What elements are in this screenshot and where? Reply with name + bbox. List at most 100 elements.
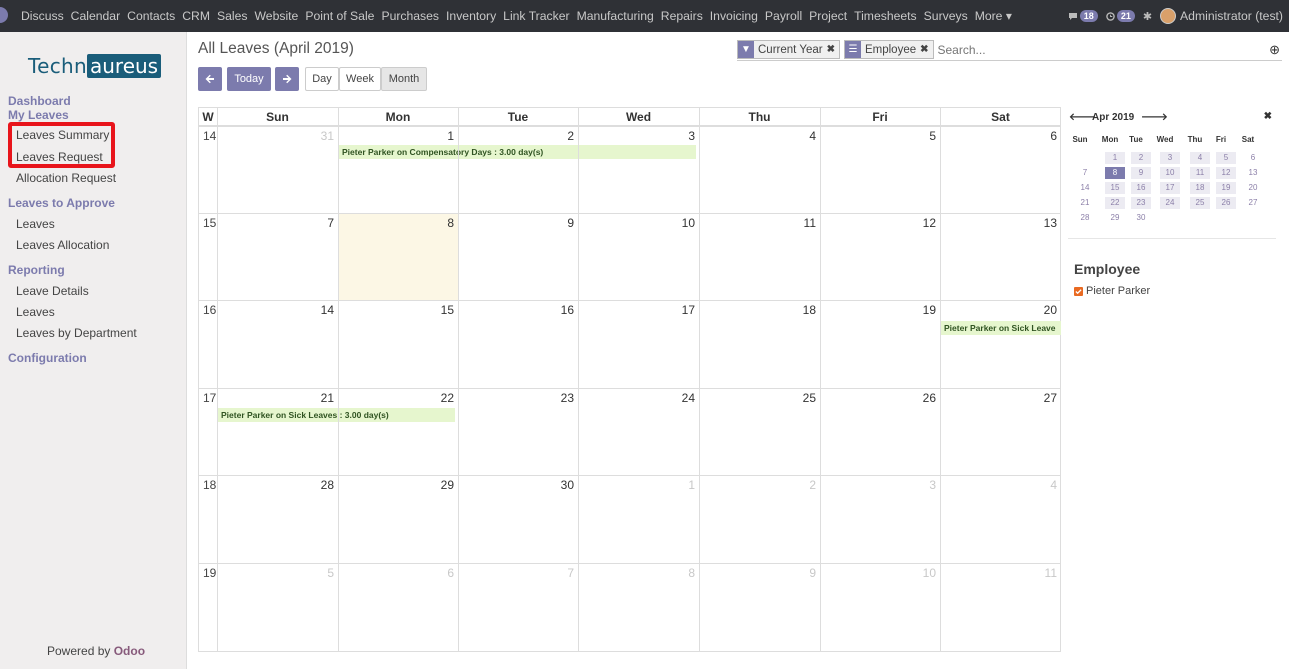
sidebar-item-leaves[interactable]: Leaves	[16, 217, 55, 231]
mini-day[interactable]: 27	[1243, 197, 1263, 209]
mini-day[interactable]: 30	[1131, 212, 1151, 224]
search-zoom-icon[interactable]: ⊕	[1269, 42, 1280, 58]
day-number[interactable]: 1	[583, 478, 695, 492]
mini-day[interactable]: 20	[1243, 182, 1263, 194]
day-number[interactable]: 26	[824, 391, 936, 405]
day-number[interactable]: 20	[945, 303, 1057, 317]
day-number[interactable]: 5	[222, 566, 334, 580]
mini-day[interactable]: 13	[1243, 167, 1263, 179]
day-number[interactable]: 16	[462, 303, 574, 317]
day-number[interactable]: 8	[342, 216, 454, 230]
facet-current-year[interactable]: ▼ Current Year ✖	[737, 40, 840, 59]
day-number[interactable]: 18	[704, 303, 816, 317]
mini-day[interactable]: 28	[1075, 212, 1095, 224]
mini-day[interactable]: 24	[1160, 197, 1180, 209]
day-number[interactable]: 3	[583, 129, 695, 143]
day-number[interactable]: 7	[222, 216, 334, 230]
menu-website[interactable]: Website	[255, 9, 299, 23]
day-number[interactable]: 25	[704, 391, 816, 405]
sidebar-item-leaves-allocation[interactable]: Leaves Allocation	[16, 238, 109, 252]
next-button[interactable]	[275, 67, 299, 91]
prev-button[interactable]	[198, 67, 222, 91]
sidebar-configuration[interactable]: Configuration	[8, 351, 87, 365]
menu-discuss[interactable]: Discuss	[21, 9, 64, 23]
mini-day[interactable]: 8	[1105, 167, 1125, 179]
day-number[interactable]: 28	[222, 478, 334, 492]
day-number[interactable]: 10	[824, 566, 936, 580]
activities-indicator[interactable]: 21	[1106, 10, 1135, 22]
day-number[interactable]: 4	[945, 478, 1057, 492]
day-number[interactable]: 23	[462, 391, 574, 405]
mini-day[interactable]: 18	[1190, 182, 1210, 194]
mini-day[interactable]: 12	[1216, 167, 1236, 179]
mini-day[interactable]: 16	[1131, 182, 1151, 194]
menu-timesheets[interactable]: Timesheets	[854, 9, 917, 23]
day-number[interactable]: 2	[704, 478, 816, 492]
close-icon[interactable]: ✖	[1264, 111, 1272, 122]
menu-invoicing[interactable]: Invoicing	[710, 9, 758, 23]
mini-day[interactable]: 7	[1075, 167, 1095, 179]
mini-day[interactable]: 4	[1190, 152, 1210, 164]
mini-day[interactable]: 17	[1160, 182, 1180, 194]
checkbox-icon[interactable]	[1074, 286, 1083, 296]
day-number[interactable]: 11	[704, 216, 816, 230]
remove-facet-icon[interactable]: ✖	[827, 44, 839, 55]
day-number[interactable]: 30	[462, 478, 574, 492]
mini-day[interactable]: 5	[1216, 152, 1236, 164]
day-number[interactable]: 7	[462, 566, 574, 580]
day-number[interactable]: 2	[462, 129, 574, 143]
day-number[interactable]: 4	[704, 129, 816, 143]
day-number[interactable]: 12	[824, 216, 936, 230]
today-button[interactable]: Today	[227, 67, 271, 91]
mini-day[interactable]: 14	[1075, 182, 1095, 194]
menu-link-tracker[interactable]: Link Tracker	[503, 9, 569, 23]
day-number[interactable]: 11	[945, 566, 1057, 580]
day-number[interactable]: 19	[824, 303, 936, 317]
day-number[interactable]: 27	[945, 391, 1057, 405]
mini-day[interactable]: 23	[1131, 197, 1151, 209]
menu-point-of-sale[interactable]: Point of Sale	[305, 9, 374, 23]
day-number[interactable]: 1	[342, 129, 454, 143]
menu-calendar[interactable]: Calendar	[71, 9, 120, 23]
mini-day[interactable]: 9	[1131, 167, 1151, 179]
mini-day[interactable]: 22	[1105, 197, 1125, 209]
day-number[interactable]: 29	[342, 478, 454, 492]
menu-repairs[interactable]: Repairs	[661, 9, 703, 23]
event-compensatory-days[interactable]: Pieter Parker on Compensatory Days : 3.0…	[339, 145, 696, 159]
month-view-button[interactable]: Month	[381, 67, 427, 91]
sidebar-item-leaves-by-department[interactable]: Leaves by Department	[16, 326, 137, 340]
menu-contacts[interactable]: Contacts	[127, 9, 175, 23]
mini-day[interactable]: 2	[1131, 152, 1151, 164]
mini-day[interactable]: 26	[1216, 197, 1236, 209]
day-number[interactable]: 9	[462, 216, 574, 230]
day-number[interactable]: 21	[222, 391, 334, 405]
day-number[interactable]: 31	[222, 129, 334, 143]
mini-day[interactable]: 19	[1216, 182, 1236, 194]
day-number[interactable]: 5	[824, 129, 936, 143]
sidebar-item-leave-details[interactable]: Leave Details	[16, 284, 89, 298]
company-logo[interactable]: Techn aureus	[28, 54, 162, 78]
day-number[interactable]: 10	[583, 216, 695, 230]
remove-facet-icon[interactable]: ✖	[920, 44, 932, 55]
sidebar-item-leaves-report[interactable]: Leaves	[16, 305, 55, 319]
event-sick-leave-20[interactable]: Pieter Parker on Sick Leave	[941, 321, 1061, 335]
menu-project[interactable]: Project	[809, 9, 847, 23]
menu-inventory[interactable]: Inventory	[446, 9, 496, 23]
day-number[interactable]: 17	[583, 303, 695, 317]
mini-next-month-icon[interactable]: 🡒	[1141, 111, 1168, 123]
mini-day[interactable]: 6	[1243, 152, 1263, 164]
mini-day[interactable]: 21	[1075, 197, 1095, 209]
sidebar-my-leaves[interactable]: My Leaves	[8, 108, 69, 122]
sidebar-item-allocation-request[interactable]: Allocation Request	[16, 171, 116, 185]
search-input[interactable]	[937, 42, 1282, 57]
messages-indicator[interactable]: 18	[1068, 10, 1098, 22]
mini-day[interactable]: 3	[1160, 152, 1180, 164]
menu-payroll[interactable]: Payroll	[765, 9, 802, 23]
day-number[interactable]: 6	[342, 566, 454, 580]
mini-day[interactable]: 15	[1105, 182, 1125, 194]
menu-sales[interactable]: Sales	[217, 9, 248, 23]
day-number[interactable]: 22	[342, 391, 454, 405]
bug-icon[interactable]: ✱	[1143, 10, 1152, 23]
menu-purchases[interactable]: Purchases	[381, 9, 439, 23]
day-number[interactable]: 24	[583, 391, 695, 405]
